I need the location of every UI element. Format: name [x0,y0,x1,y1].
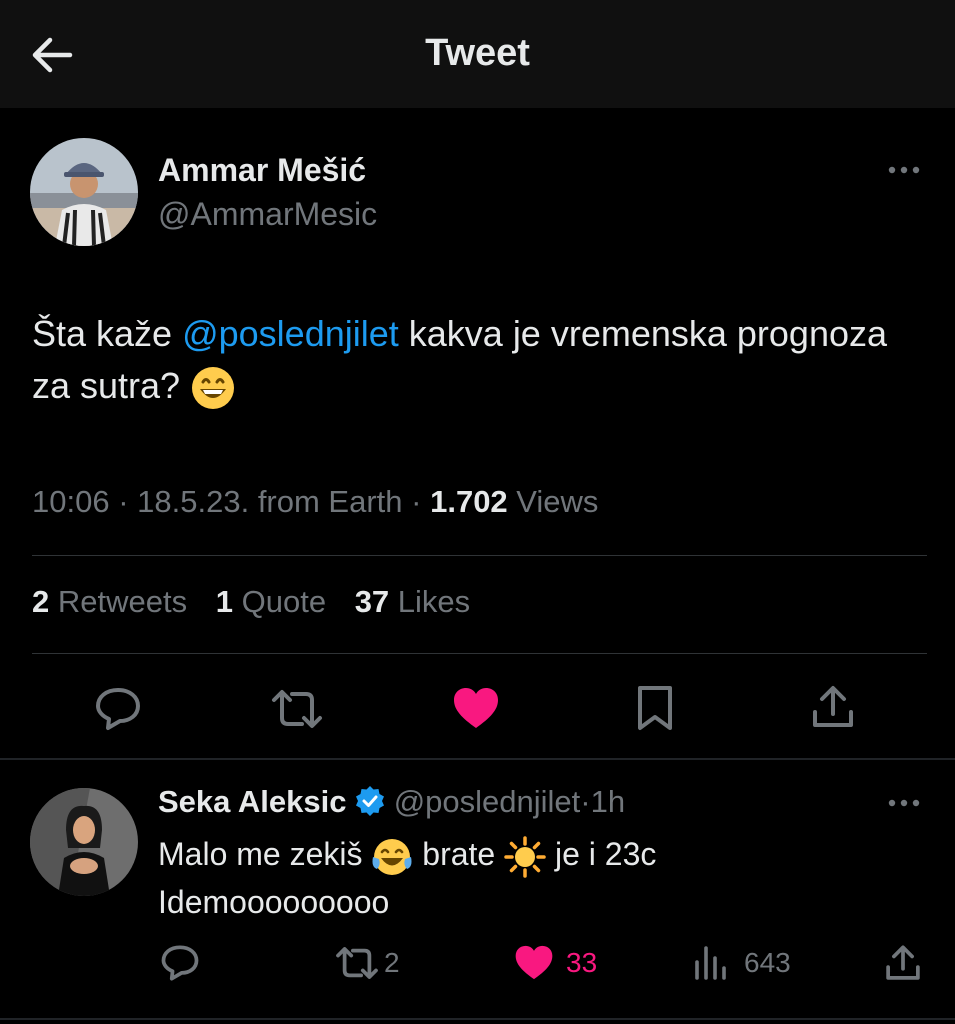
share-icon [886,945,920,980]
quotes-count: 1 [215,584,233,619]
author-name[interactable]: Ammar Mešić [158,152,366,189]
views-label: Views [516,484,599,519]
reply-like-count: 33 [566,946,598,978]
tweet-stats: 2 Retweets 1 Quote 37 Likes [32,584,470,620]
more-options-icon[interactable] [884,160,924,180]
mention-link[interactable]: @poslednjilet [182,313,399,354]
reply-action-views[interactable]: 643 [692,944,791,982]
like-icon[interactable] [452,686,500,730]
tears-of-joy-emoji-icon [372,838,412,875]
tweet-date: 18.5.23. [137,484,250,519]
tweet-text: Šta kaže @poslednjilet kakva je vremensk… [32,308,912,412]
retweets-stat[interactable]: 2 Retweets [32,584,187,619]
author-handle[interactable]: @AmmarMesic [158,196,377,233]
avatar[interactable] [30,138,138,246]
top-bar: Tweet [0,0,955,108]
like-icon [515,945,553,980]
section-divider [0,758,955,760]
retweets-count: 2 [32,584,50,619]
retweets-label: Retweets [57,584,188,619]
tweet-source: from Earth [257,484,403,519]
reply-avatar[interactable] [30,788,138,896]
reply-action-reply[interactable] [160,944,200,982]
divider [32,555,927,556]
grinning-face-emoji-icon [192,367,235,410]
reply-text: Malo me zekiš brate je i 23c Idemooooooo… [158,830,656,926]
likes-label: Likes [397,584,471,619]
retweet-icon [336,947,378,979]
page-title: Tweet [425,32,530,74]
reply-action-retweet[interactable]: 2 [334,944,400,982]
reply-text-part-2: brate [413,836,505,872]
bookmark-icon[interactable] [636,684,674,732]
reply-author-handle[interactable]: @poslednjilet [394,784,581,819]
reply-retweet-count: 2 [384,947,400,978]
quotes-label: Quote [241,584,327,619]
quotes-stat[interactable]: 1 Quote [216,584,326,619]
retweet-icon[interactable] [270,686,324,732]
section-divider [0,1018,955,1020]
reply-text-part-3: je i 23c [546,836,657,872]
likes-count: 37 [354,584,390,619]
reply-more-options-icon[interactable] [884,793,924,813]
reply-author-name[interactable]: Seka Aleksic [158,784,346,819]
reply-action-share[interactable] [884,944,922,982]
share-icon[interactable] [810,684,856,730]
verified-badge-icon [356,786,385,816]
reply-avatar-image [30,788,138,896]
views-chart-icon [695,946,726,980]
likes-stat[interactable]: 37 Likes [355,584,470,619]
sun-emoji-icon [504,835,546,878]
reply-action-like[interactable]: 33 [514,944,597,981]
reply-views-count: 643 [744,947,791,978]
reply-icon [161,945,199,981]
tweet-meta: 10:06 · 18.5.23. from Earth · 1.702 View… [32,484,599,519]
reply-header: Seka Aleksic @poslednjilet·1h [158,784,626,819]
views-count: 1.702 [430,484,508,519]
reply-age: 1h [590,784,626,819]
divider [32,653,927,654]
reply-line-2: Idemooooooooo [158,884,390,920]
tweet-time: 10:06 [32,484,110,519]
reply-icon[interactable] [94,686,142,732]
reply-text-part-1: Malo me zekiš [158,836,372,872]
reply-line-1: Malo me zekiš brate je i 23c [158,830,656,878]
avatar-image [30,138,138,246]
tweet-text-start: Šta kaže [32,313,183,354]
